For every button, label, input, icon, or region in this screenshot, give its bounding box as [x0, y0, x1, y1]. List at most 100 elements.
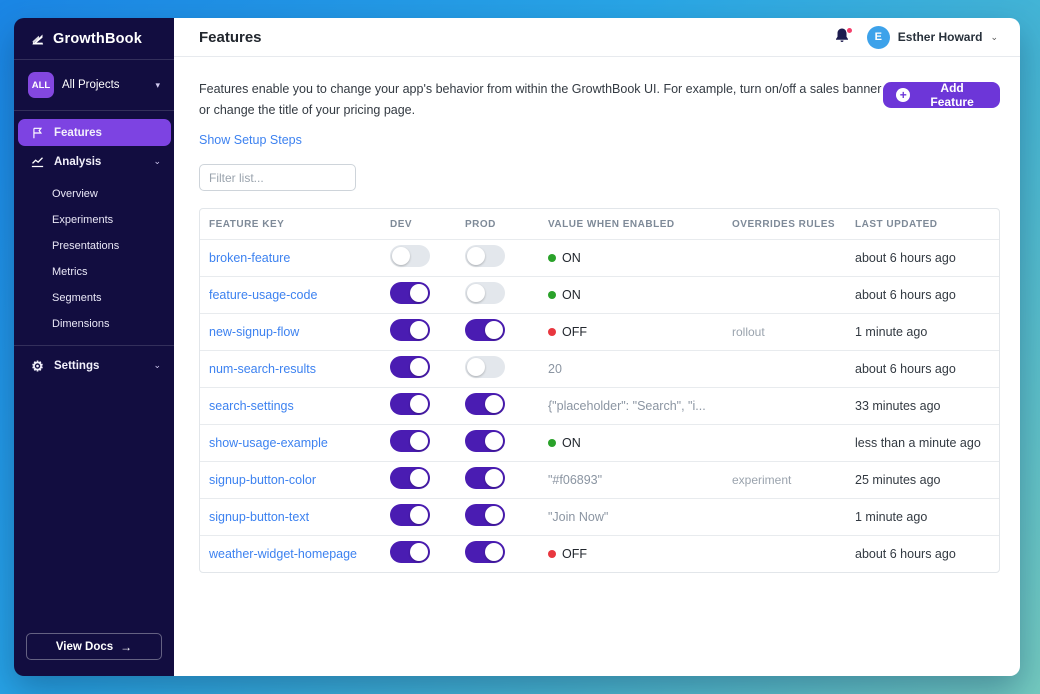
value-text: "#f06893" — [548, 473, 602, 487]
sidebar-item-settings[interactable]: ⚙ Settings ⌄ — [18, 352, 171, 379]
value-text: 20 — [548, 362, 562, 376]
updated-text: about 6 hours ago — [855, 288, 999, 302]
feature-key-link[interactable]: broken-feature — [209, 251, 290, 265]
dev-toggle[interactable] — [390, 504, 430, 526]
feature-key-link[interactable]: signup-button-color — [209, 473, 316, 487]
sidebar-item-label: Features — [54, 127, 102, 139]
dev-toggle[interactable] — [390, 319, 430, 341]
caret-down-icon: ▾ — [155, 80, 160, 91]
table-body: broken-feature ON about 6 hours ago feat… — [200, 239, 999, 572]
page-description: Features enable you to change your app's… — [199, 79, 883, 120]
col-header-feature-key: Feature Key — [209, 219, 390, 230]
toggle-knob — [410, 284, 428, 302]
project-selector[interactable]: ALL All Projects ▾ — [14, 60, 174, 110]
dev-toggle[interactable] — [390, 282, 430, 304]
dev-toggle[interactable] — [390, 430, 430, 452]
value-text: "Join Now" — [548, 510, 608, 524]
prod-toggle[interactable] — [465, 504, 505, 526]
value-text: ON — [562, 436, 581, 450]
notifications-button[interactable] — [833, 27, 853, 47]
chevron-down-icon: ⌄ — [153, 360, 161, 371]
dev-toggle[interactable] — [390, 356, 430, 378]
user-menu[interactable]: E Esther Howard ⌄ — [867, 26, 998, 49]
content: Features enable you to change your app's… — [174, 57, 1020, 573]
sidebar-item-metrics[interactable]: Metrics — [14, 259, 174, 285]
value-text: ON — [562, 251, 581, 265]
sidebar-item-label: Settings — [54, 360, 99, 372]
table-row: feature-usage-code ON about 6 hours ago — [200, 276, 999, 313]
main-panel: Features E Esther Howard ⌄ Features enab… — [174, 18, 1020, 676]
sidebar-item-analysis[interactable]: Analysis ⌄ — [18, 148, 171, 175]
chevron-down-icon: ⌄ — [153, 156, 161, 167]
filter-input[interactable] — [199, 164, 356, 191]
toggle-knob — [410, 543, 428, 561]
updated-text: 1 minute ago — [855, 510, 999, 524]
toggle-knob — [485, 543, 503, 561]
table-row: signup-button-text "Join Now" 1 minute a… — [200, 498, 999, 535]
toggle-knob — [410, 469, 428, 487]
prod-toggle[interactable] — [465, 467, 505, 489]
feature-key-link[interactable]: signup-button-text — [209, 510, 309, 524]
dev-toggle[interactable] — [390, 467, 430, 489]
table-row: search-settings {"placeholder": "Search"… — [200, 387, 999, 424]
feature-key-link[interactable]: num-search-results — [209, 362, 316, 376]
feature-key-link[interactable]: new-signup-flow — [209, 325, 299, 339]
status-dot — [548, 291, 556, 299]
sidebar-item-experiments[interactable]: Experiments — [14, 207, 174, 233]
view-docs-label: View Docs — [56, 641, 113, 653]
status-dot — [548, 439, 556, 447]
sidebar-nav: Features Analysis ⌄ Overview Experiments… — [14, 111, 174, 381]
page-title: Features — [199, 29, 833, 46]
growthbook-logo[interactable]: GrowthBook — [14, 18, 174, 59]
toggle-knob — [410, 395, 428, 413]
show-setup-steps-link[interactable]: Show Setup Steps — [199, 133, 302, 147]
sidebar-item-segments[interactable]: Segments — [14, 285, 174, 311]
prod-toggle[interactable] — [465, 282, 505, 304]
feature-key-link[interactable]: search-settings — [209, 399, 294, 413]
prod-toggle[interactable] — [465, 245, 505, 267]
avatar: E — [867, 26, 890, 49]
prod-toggle[interactable] — [465, 430, 505, 452]
table-row: broken-feature ON about 6 hours ago — [200, 239, 999, 276]
prod-toggle[interactable] — [465, 541, 505, 563]
toggle-knob — [410, 506, 428, 524]
prod-toggle[interactable] — [465, 356, 505, 378]
prod-toggle[interactable] — [465, 393, 505, 415]
growthbook-logo-icon — [30, 32, 45, 47]
col-header-prod: Prod — [465, 219, 548, 230]
value-text: ON — [562, 288, 581, 302]
table-row: num-search-results 20 about 6 hours ago — [200, 350, 999, 387]
line-chart-icon — [30, 154, 45, 169]
sidebar-item-label: Analysis — [54, 156, 101, 168]
project-label: All Projects — [62, 79, 147, 91]
sidebar-item-dimensions[interactable]: Dimensions — [14, 311, 174, 337]
updated-text: about 6 hours ago — [855, 547, 999, 561]
view-docs-button[interactable]: View Docs → — [26, 633, 162, 660]
updated-text: 25 minutes ago — [855, 473, 999, 487]
status-dot — [548, 550, 556, 558]
dev-toggle[interactable] — [390, 393, 430, 415]
table-row: weather-widget-homepage OFF about 6 hour… — [200, 535, 999, 572]
toggle-knob — [485, 321, 503, 339]
overrides-text: experiment — [732, 473, 855, 487]
col-header-dev: Dev — [390, 219, 465, 230]
features-table: Feature Key Dev Prod Value When Enabled … — [199, 208, 1000, 573]
feature-key-link[interactable]: weather-widget-homepage — [209, 547, 357, 561]
dev-toggle[interactable] — [390, 245, 430, 267]
feature-key-link[interactable]: show-usage-example — [209, 436, 328, 450]
toggle-knob — [467, 284, 485, 302]
sidebar-item-presentations[interactable]: Presentations — [14, 233, 174, 259]
col-header-overrides: Overrides Rules — [732, 219, 855, 230]
updated-text: about 6 hours ago — [855, 251, 999, 265]
sidebar-item-features[interactable]: Features — [18, 119, 171, 146]
toggle-knob — [485, 469, 503, 487]
dev-toggle[interactable] — [390, 541, 430, 563]
prod-toggle[interactable] — [465, 319, 505, 341]
sidebar-item-overview[interactable]: Overview — [14, 181, 174, 207]
feature-key-link[interactable]: feature-usage-code — [209, 288, 317, 302]
analysis-subnav: Overview Experiments Presentations Metri… — [14, 177, 174, 345]
add-feature-button[interactable]: + Add Feature — [883, 82, 1000, 108]
toggle-knob — [485, 395, 503, 413]
toggle-knob — [485, 506, 503, 524]
app-title: GrowthBook — [53, 31, 142, 47]
